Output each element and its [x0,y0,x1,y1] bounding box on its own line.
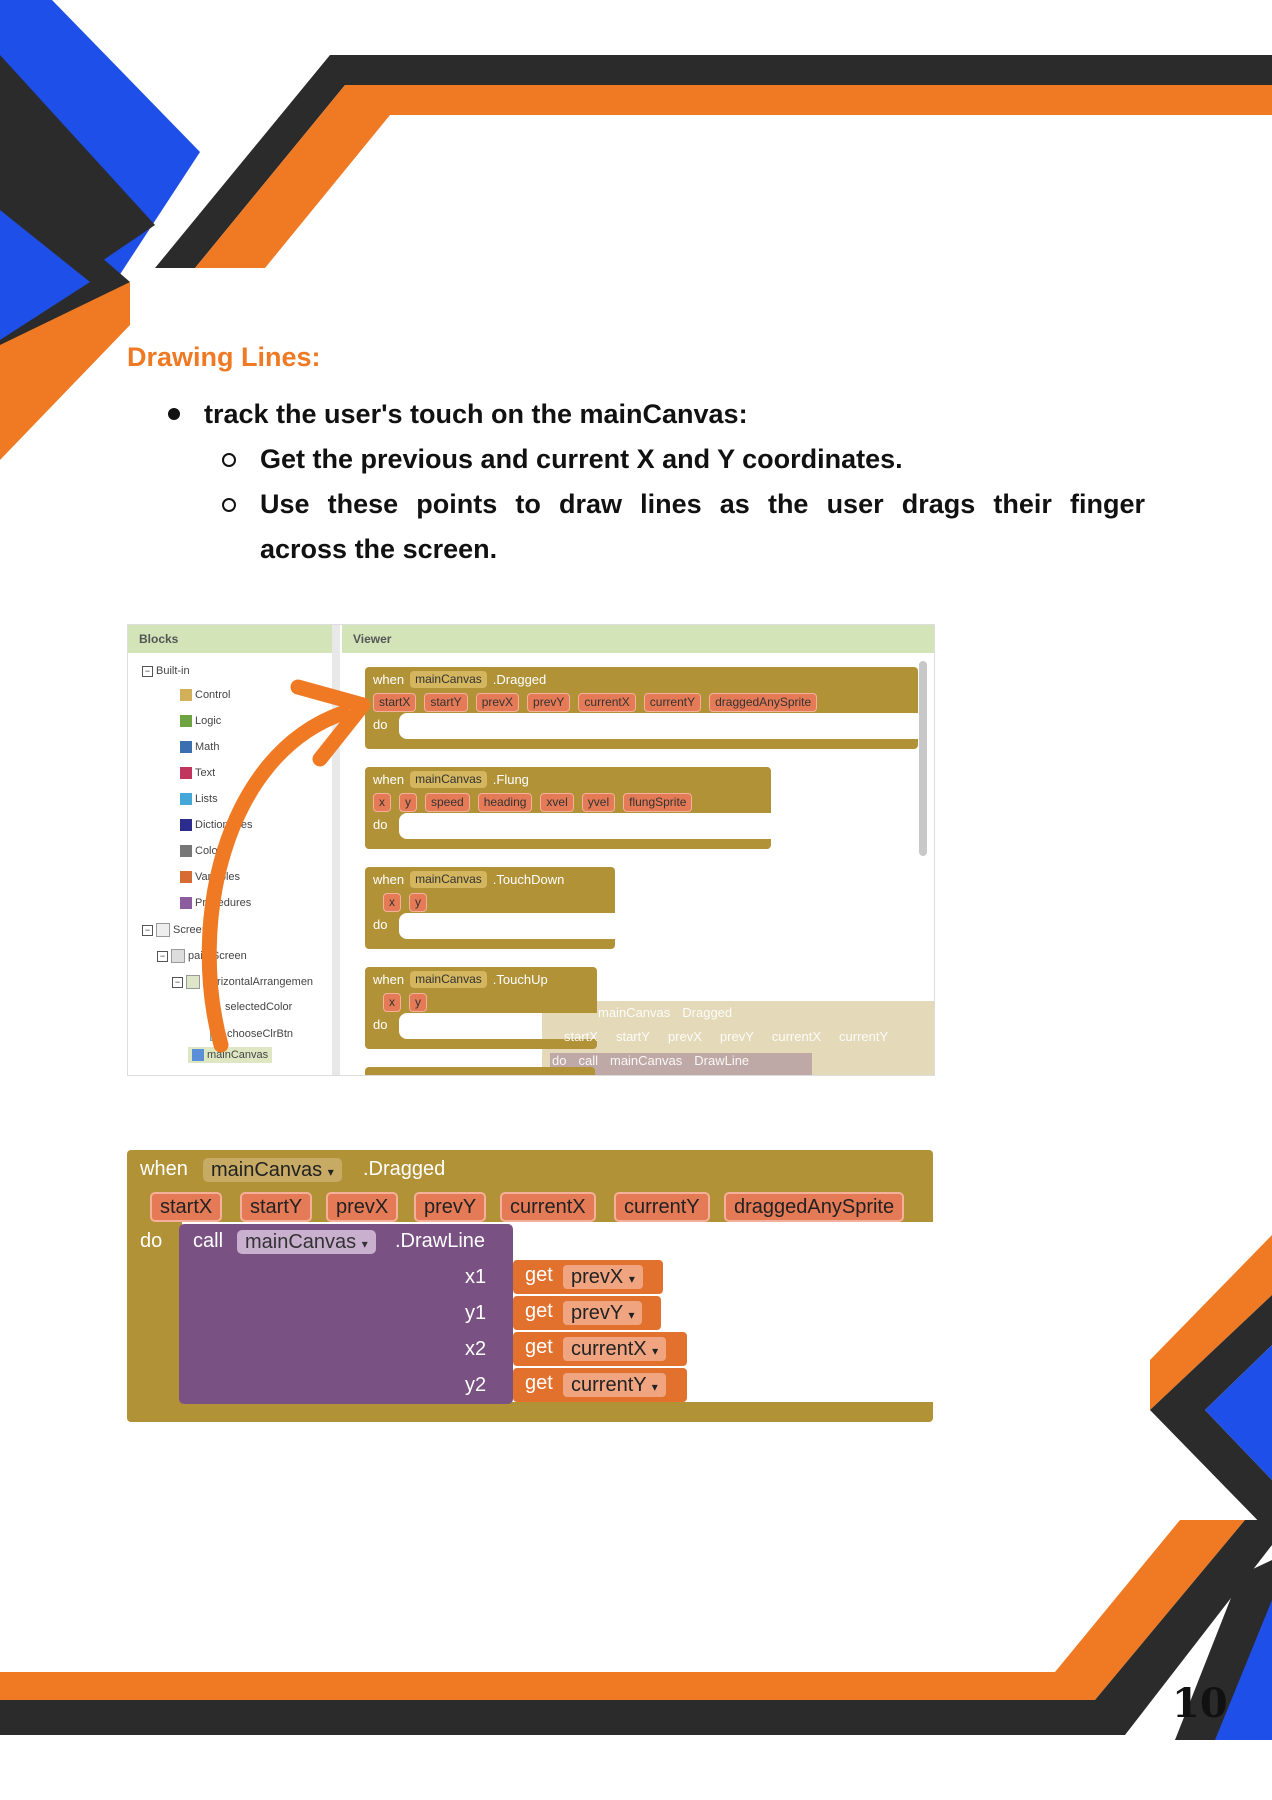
sub-bullet-1: Get the previous and current X and Y coo… [260,444,903,474]
get-prevx-block[interactable]: get prevX ▾ [513,1260,663,1294]
sub-bullet-ring [222,453,236,467]
get-prevy-block[interactable]: get prevY ▾ [513,1296,661,1330]
var-dropdown[interactable]: currentY ▾ [563,1373,666,1397]
param-prevy[interactable]: prevY [414,1192,487,1222]
call-keyword: call [193,1230,224,1252]
sub-bullet-2-cont: across the screen. [260,534,498,564]
param-starty[interactable]: startY [240,1192,313,1222]
var-dropdown[interactable]: currentX ▾ [563,1337,667,1361]
do-keyword: do [140,1230,163,1252]
var-dropdown[interactable]: prevY ▾ [563,1301,643,1325]
param-draggedanysprite[interactable]: draggedAnySprite [724,1192,905,1222]
dropdown-arrow-icon: ▾ [628,1272,635,1286]
arg-y1-label: y1 [465,1302,487,1324]
get-currenty-block[interactable]: get currentY ▾ [513,1368,687,1402]
call-component-dropdown[interactable]: mainCanvas ▾ [237,1230,376,1254]
arg-y2-label: y2 [465,1374,487,1396]
event-name: .Dragged [363,1158,446,1180]
curved-arrow-icon [201,679,371,1053]
param-currentx[interactable]: currentX [500,1192,596,1222]
when-keyword: when [140,1158,188,1180]
get-currentx-block[interactable]: get currentX ▾ [513,1332,687,1366]
component-dropdown[interactable]: mainCanvas ▾ [203,1158,342,1182]
sub-bullet-ring [222,498,236,512]
var-dropdown[interactable]: prevX ▾ [563,1265,643,1289]
arg-x1-label: x1 [465,1266,487,1288]
dragged-drawline-code-block[interactable]: when mainCanvas ▾ .Dragged startX startY… [127,1150,933,1422]
arg-x2-label: x2 [465,1338,487,1360]
dropdown-arrow-icon: ▾ [361,1237,368,1251]
dropdown-arrow-icon: ▾ [651,1380,658,1394]
method-name: .DrawLine [395,1230,486,1252]
section-heading: Drawing Lines: [127,342,321,372]
param-startx[interactable]: startX [150,1192,223,1222]
dropdown-arrow-icon: ▾ [628,1308,635,1322]
bullet-dot [168,408,180,420]
sub-bullet-2: Use these points to draw lines as the us… [260,489,1145,519]
bullet-text: track the user's touch on the mainCanvas… [204,399,748,429]
page-number: 10 [1172,1680,1228,1727]
blocks-editor-screenshot: Blocks Viewer − Built-in Control Logic Ma… [127,624,935,1076]
dropdown-arrow-icon: ▾ [327,1165,334,1179]
param-currenty[interactable]: currentY [614,1192,710,1222]
dropdown-arrow-icon: ▾ [652,1344,659,1358]
event-footer [127,1402,933,1422]
param-prevx[interactable]: prevX [326,1192,399,1222]
